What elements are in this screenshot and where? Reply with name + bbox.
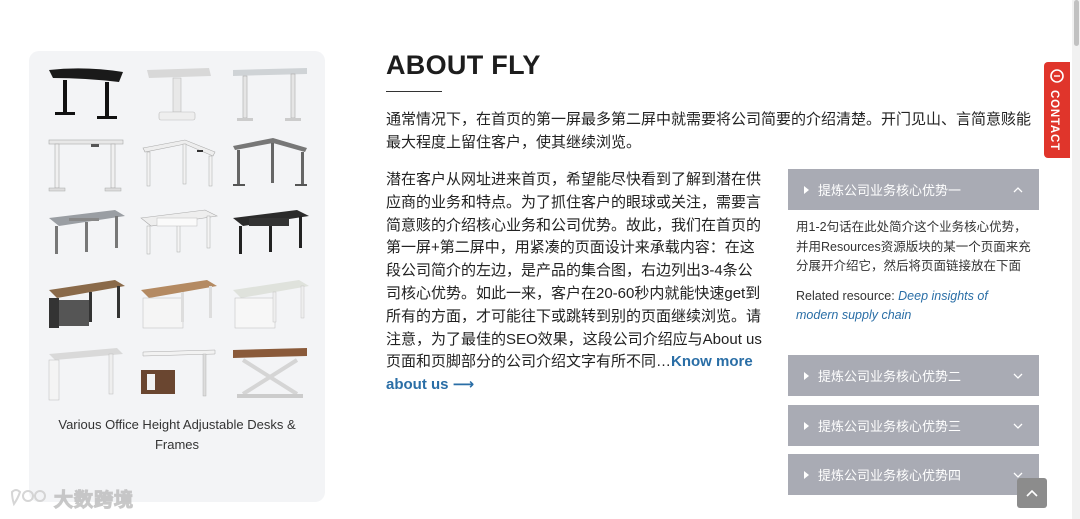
accordion-item-3: 提炼公司业务核心优势三: [788, 405, 1039, 446]
about-body-text: 潜在客户从网址进来首页，希望能尽快看到了解到潜在供应商的业务和特点。为了抓住客户…: [386, 171, 762, 371]
related-resource: Related resource: Deep insights of moder…: [796, 287, 1031, 326]
title-underline: [386, 91, 442, 92]
about-body: 潜在客户从网址进来首页，希望能尽快看到了解到潜在供应商的业务和特点。为了抓住客户…: [386, 169, 766, 397]
product-grid: [43, 63, 313, 405]
accordion-label-3: 提炼公司业务核心优势三: [818, 419, 962, 434]
product-image-executive-desk-with-cabinet[interactable]: [135, 343, 221, 405]
arrow-up-icon: [1026, 489, 1038, 497]
arrow-right-icon: ⟶: [452, 376, 475, 394]
chevron-down-icon: [1011, 369, 1025, 383]
product-image-white-waterfall-desk[interactable]: [43, 343, 129, 405]
product-image-black-curved-desk[interactable]: [43, 63, 129, 125]
chevron-up-icon: [1011, 183, 1025, 197]
product-image-grey-l-shaped-frame[interactable]: [227, 133, 313, 195]
product-image-white-single-column-desk[interactable]: [135, 63, 221, 125]
product-image-white-l-shaped-frame[interactable]: [135, 133, 221, 195]
product-image-black-double-desk[interactable]: [227, 203, 313, 265]
caret-right-icon: [804, 470, 809, 479]
page-scrollbar[interactable]: [1072, 0, 1080, 519]
product-collage-card: Various Office Height Adjustable Desks &…: [29, 51, 325, 502]
chevron-down-icon: [1011, 419, 1025, 433]
accordion-label-1: 提炼公司业务核心优势一: [818, 183, 962, 198]
caret-right-icon: [804, 421, 809, 430]
caret-right-icon: [804, 371, 809, 380]
product-image-oak-bench-desk[interactable]: [135, 273, 221, 335]
watermark-text: 大数跨境: [53, 489, 135, 511]
accordion-item-1: 提炼公司业务核心优势一 用1-2句话在此处简介这个业务核心优势，并用Resour…: [788, 169, 1039, 336]
product-image-white-double-desk[interactable]: [135, 203, 221, 265]
accordion-header-1[interactable]: 提炼公司业务核心优势一: [788, 169, 1039, 210]
contact-tab-label: CONTACT: [1048, 90, 1060, 151]
watermark: 大数跨境: [8, 484, 134, 512]
accordion-header-3[interactable]: 提炼公司业务核心优势三: [788, 405, 1039, 446]
product-image-scissor-lift-desk[interactable]: [227, 343, 313, 405]
product-image-walnut-bench-desk[interactable]: [43, 273, 129, 335]
related-resource-label: Related resource:: [796, 288, 895, 303]
product-image-light-bench-desk[interactable]: [227, 273, 313, 335]
chat-bubble-icon: [1050, 69, 1064, 83]
accordion-content-1: 用1-2句话在此处简介这个业务核心优势，并用Resources资源版块的某一个页…: [788, 210, 1039, 336]
accordion-item-2: 提炼公司业务核心优势二: [788, 355, 1039, 396]
about-intro: 通常情况下，在首页的第一屏最多第二屏中就需要将公司简要的介绍清楚。开门见山、言简…: [386, 111, 1032, 151]
accordion-label-4: 提炼公司业务核心优势四: [818, 468, 962, 483]
caret-right-icon: [804, 185, 809, 194]
watermark-logo-icon: [10, 489, 46, 507]
product-image-white-desk-frame[interactable]: [43, 133, 129, 195]
scrollbar-thumb[interactable]: [1074, 0, 1079, 46]
product-image-grey-double-desk[interactable]: [43, 203, 129, 265]
product-image-white-standing-desk[interactable]: [227, 63, 313, 125]
accordion-item-4: 提炼公司业务核心优势四: [788, 454, 1039, 495]
accordion-description-1: 用1-2句话在此处简介这个业务核心优势，并用Resources资源版块的某一个页…: [796, 220, 1031, 273]
accordion-header-4[interactable]: 提炼公司业务核心优势四: [788, 454, 1039, 495]
contact-tab[interactable]: CONTACT: [1044, 62, 1070, 158]
product-collage-caption: Various Office Height Adjustable Desks &…: [58, 417, 296, 452]
back-to-top-button[interactable]: [1017, 478, 1047, 508]
accordion-header-2[interactable]: 提炼公司业务核心优势二: [788, 355, 1039, 396]
page: Various Office Height Adjustable Desks &…: [0, 0, 1080, 519]
about-title: ABOUT FLY: [386, 50, 541, 80]
accordion-label-2: 提炼公司业务核心优势二: [818, 369, 962, 384]
